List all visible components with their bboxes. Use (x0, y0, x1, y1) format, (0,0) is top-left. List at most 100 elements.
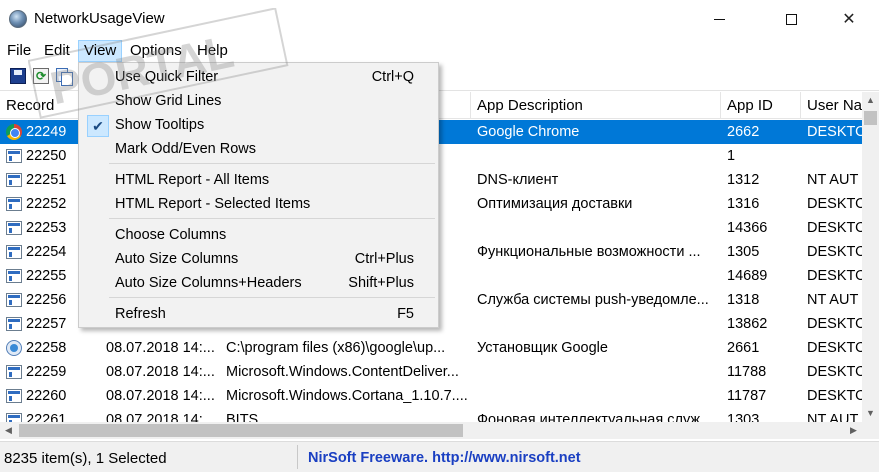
cell-app-id: 1 (727, 148, 736, 164)
vertical-scroll-thumb[interactable] (864, 111, 877, 125)
menu-item-show-grid-lines[interactable]: Show Grid Lines (80, 90, 437, 114)
menu-item-label: Show Grid Lines (115, 93, 222, 109)
cell-desc (477, 144, 721, 168)
menu-item-auto-size-columns-headers[interactable]: Auto Size Columns+Headers Shift+Plus (80, 272, 437, 296)
table-row[interactable]: 22258 08.07.2018 14:... C:\program files (… (0, 336, 862, 360)
table-row[interactable]: 22259 08.07.2018 14:... Microsoft.Windows.… (0, 360, 862, 384)
cell-user: DESKTO (807, 244, 862, 260)
menu-item-shortcut: F5 (397, 306, 414, 322)
cell-app-id: 1318 (727, 292, 760, 308)
scroll-up-icon[interactable]: ▲ (862, 92, 879, 109)
cell-user: NT AUT (807, 292, 859, 308)
status-item-count: 8235 item(s), 1 Selected (4, 450, 167, 467)
refresh-icon[interactable]: ⟳ (33, 68, 49, 84)
application-icon (6, 365, 22, 379)
menu-item-label: HTML Report - Selected Items (115, 196, 311, 212)
menu-item-label: Auto Size Columns+Headers (115, 275, 302, 291)
menu-view[interactable]: View (78, 40, 123, 62)
cell-record: 22261 (26, 412, 67, 422)
horizontal-scroll-thumb[interactable] (19, 424, 463, 437)
menu-item-refresh[interactable]: Refresh F5 (80, 303, 437, 327)
cell-user: DESKTO (807, 196, 862, 212)
table-row[interactable]: 22261 08.07.2018 14:... BITS Фоновая интелл… (0, 408, 862, 422)
cell-app-id: 11787 (727, 388, 767, 404)
cell-desc: DNS-клиент (477, 172, 559, 188)
view-menu-dropdown: Use Quick Filter Ctrl+Q Show Grid Lines ✔ Sh… (78, 62, 439, 328)
cell-app-id: 1312 (727, 172, 760, 188)
minimize-icon (713, 18, 725, 20)
app-globe-icon (9, 10, 27, 28)
menu-item-choose-columns[interactable]: Choose Columns (80, 224, 437, 248)
cell-col2: 08.07.2018 14:... (106, 412, 215, 422)
application-icon (6, 293, 22, 307)
table-row[interactable]: 22260 08.07.2018 14:... Microsoft.Windows.… (0, 384, 862, 408)
cell-user: NT AUT (807, 412, 859, 422)
cell-desc (477, 384, 721, 408)
menu-item-shortcut: Ctrl+Plus (354, 251, 414, 267)
menu-file[interactable]: File (2, 40, 36, 62)
checkmark-icon: ✔ (87, 115, 109, 137)
menu-item-shortcut: Ctrl+Q (371, 69, 414, 85)
menu-edit[interactable]: Edit (39, 40, 75, 62)
menu-item-html-report-all-items[interactable]: HTML Report - All Items (80, 169, 437, 193)
cell-app-id: 1303 (727, 412, 760, 422)
cell-user (807, 144, 862, 168)
application-icon (6, 269, 22, 283)
menu-separator (109, 163, 435, 164)
cell-app-id: 2661 (727, 340, 760, 356)
menu-item-use-quick-filter[interactable]: Use Quick Filter Ctrl+Q (80, 66, 437, 90)
menu-item-label: HTML Report - All Items (115, 172, 270, 188)
cell-col3: BITS (226, 412, 259, 422)
menu-item-show-tooltips[interactable]: ✔ Show Tooltips (80, 114, 437, 138)
application-icon (6, 221, 22, 235)
cell-desc (477, 264, 721, 288)
copy-icon[interactable] (56, 68, 73, 86)
horizontal-scrollbar[interactable]: ◀ ▶ (0, 422, 862, 439)
menu-item-html-report-selected-items[interactable]: HTML Report - Selected Items (80, 193, 437, 217)
scroll-right-icon[interactable]: ▶ (845, 422, 862, 439)
menu-help[interactable]: Help (192, 40, 233, 62)
menu-separator (109, 218, 435, 219)
application-icon (6, 317, 22, 331)
cell-user: DESKTO (807, 388, 862, 404)
scroll-left-icon[interactable]: ◀ (0, 422, 17, 439)
column-header-user-name[interactable]: User Na (801, 92, 862, 119)
menu-item-label: Show Tooltips (115, 117, 205, 133)
cell-user: DESKTO (807, 268, 862, 284)
menu-item-auto-size-columns[interactable]: Auto Size Columns Ctrl+Plus (80, 248, 437, 272)
save-icon[interactable] (10, 68, 26, 84)
application-icon (6, 413, 22, 422)
nirsoft-link[interactable]: NirSoft Freeware. http://www.nirsoft.net (308, 450, 581, 466)
maximize-icon (785, 13, 797, 25)
application-icon (6, 389, 22, 403)
cell-desc: Фоновая интеллектуальная служ... (477, 412, 713, 422)
application-icon (6, 149, 22, 163)
vertical-scrollbar[interactable]: ▲ ▼ (862, 92, 879, 422)
menu-options[interactable]: Options (125, 40, 187, 62)
cell-desc: Оптимизация доставки (477, 196, 633, 212)
column-header-app-id[interactable]: App ID (721, 92, 801, 119)
scrollbar-corner (862, 422, 879, 439)
menu-separator (109, 297, 435, 298)
menu-item-label: Auto Size Columns (115, 251, 239, 267)
menu-item-mark-odd-even-rows[interactable]: Mark Odd/Even Rows (80, 138, 437, 162)
cell-app-id: 2662 (727, 124, 760, 140)
cell-app-id: 14366 (727, 220, 768, 236)
menu-item-label: Refresh (115, 306, 166, 322)
column-header-app-description[interactable]: App Description (471, 92, 721, 119)
status-divider (297, 445, 298, 469)
close-icon: ✕ (842, 11, 856, 28)
menu-item-label: Mark Odd/Even Rows (115, 141, 257, 157)
scroll-down-icon[interactable]: ▼ (862, 405, 879, 422)
menu-item-label: Choose Columns (115, 227, 227, 243)
minimize-button[interactable] (696, 0, 742, 38)
maximize-button[interactable] (768, 0, 814, 38)
cell-col2: 08.07.2018 14:... (106, 388, 215, 404)
cell-record: 22258 (26, 340, 67, 356)
title-bar: NetworkUsageView ✕ (0, 0, 879, 38)
cell-desc: Google Chrome (477, 124, 580, 140)
status-bar: 8235 item(s), 1 Selected NirSoft Freewar… (0, 441, 879, 472)
close-button[interactable]: ✕ (826, 0, 872, 38)
cell-desc (477, 312, 721, 336)
cell-app-id: 13862 (727, 316, 768, 332)
